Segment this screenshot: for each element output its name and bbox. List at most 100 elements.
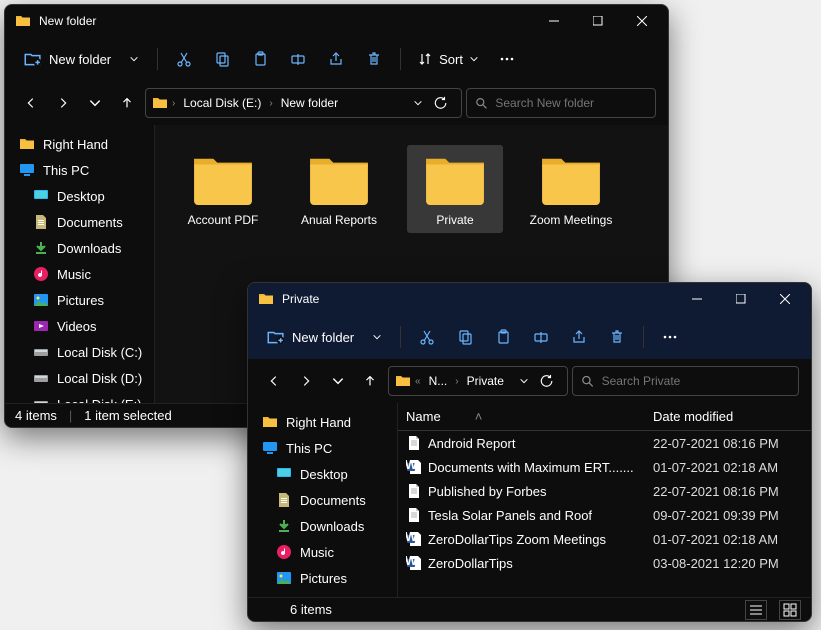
copy-button[interactable]	[204, 43, 240, 75]
window-title: New folder	[39, 14, 96, 28]
forward-button[interactable]	[49, 89, 77, 117]
sidebar-item[interactable]: Documents	[248, 487, 397, 513]
sidebar[interactable]: Right HandThis PC Desktop DocumentsDownloa…	[5, 125, 155, 403]
sidebar-item[interactable]: Downloads	[5, 235, 154, 261]
sidebar-item[interactable]: Music	[5, 261, 154, 287]
minimize-button[interactable]	[675, 283, 719, 315]
minimize-button[interactable]	[532, 5, 576, 37]
breadcrumb-item[interactable]: Private	[463, 372, 508, 390]
doc-icon	[276, 492, 292, 508]
delete-button[interactable]	[356, 43, 392, 75]
selection-count: 1 item selected	[84, 408, 171, 423]
list-row[interactable]: ZeroDollarTips03-08-2021 12:20 PM	[398, 551, 811, 575]
sidebar-item[interactable]: Documents	[5, 209, 154, 235]
search-bar[interactable]	[466, 88, 656, 118]
folder-icon	[395, 373, 411, 389]
sidebar-item[interactable]: Pictures	[248, 565, 397, 591]
list-row[interactable]: Android Report22-07-2021 08:16 PM	[398, 431, 811, 455]
cut-icon	[176, 51, 192, 67]
new-folder-button[interactable]: New folder	[256, 321, 392, 353]
close-button[interactable]	[620, 5, 664, 37]
sidebar-item[interactable]: Desktop	[248, 461, 397, 487]
sidebar-item[interactable]: Right Hand	[5, 131, 154, 157]
list-row[interactable]: Documents with Maximum ERT.......01-07-2…	[398, 455, 811, 479]
recent-button[interactable]	[324, 367, 352, 395]
word-icon	[406, 459, 422, 475]
folder-item[interactable]: Zoom Meetings	[523, 145, 619, 233]
chevron-left-icon: «	[415, 376, 421, 387]
chevron-down-icon[interactable]	[519, 376, 529, 386]
titlebar[interactable]: Private	[248, 283, 811, 315]
address-bar[interactable]: › Local Disk (E:) › New folder	[145, 88, 462, 118]
maximize-button[interactable]	[576, 5, 620, 37]
sidebar-item[interactable]: Downloads	[248, 513, 397, 539]
recent-button[interactable]	[81, 89, 109, 117]
sidebar-item-label: This PC	[286, 441, 332, 456]
more-button[interactable]	[489, 43, 525, 75]
rename-button[interactable]	[280, 43, 316, 75]
address-bar[interactable]: « N... › Private	[388, 366, 568, 396]
share-button[interactable]	[561, 321, 597, 353]
chevron-down-icon	[129, 54, 139, 64]
content-area[interactable]: Name˄ Date modified Android Report22-07-…	[398, 403, 811, 597]
col-date[interactable]: Date modified	[653, 409, 803, 424]
grid-view-button[interactable]	[779, 600, 801, 620]
search-bar[interactable]	[572, 366, 799, 396]
paste-button[interactable]	[242, 43, 278, 75]
toolbar: New folder Sort	[5, 37, 668, 81]
delete-button[interactable]	[599, 321, 635, 353]
list-view-button[interactable]	[745, 600, 767, 620]
disk-icon	[33, 396, 49, 403]
folder-icon	[15, 13, 31, 29]
forward-button[interactable]	[292, 367, 320, 395]
breadcrumb-item[interactable]: Local Disk (E:)	[179, 94, 265, 112]
refresh-button[interactable]	[533, 367, 561, 395]
cut-button[interactable]	[166, 43, 202, 75]
list-row[interactable]: Published by Forbes22-07-2021 08:16 PM	[398, 479, 811, 503]
back-button[interactable]	[17, 89, 45, 117]
sidebar-item[interactable]: Music	[248, 539, 397, 565]
sidebar[interactable]: Right Hand This PC DesktopDocumentsDownloa…	[248, 403, 398, 597]
cut-button[interactable]	[409, 321, 445, 353]
sort-button[interactable]: Sort	[409, 43, 487, 75]
search-input[interactable]	[602, 374, 790, 388]
paste-button[interactable]	[485, 321, 521, 353]
share-button[interactable]	[318, 43, 354, 75]
list-header[interactable]: Name˄ Date modified	[398, 403, 811, 431]
rename-button[interactable]	[523, 321, 559, 353]
new-folder-button[interactable]: New folder	[13, 43, 149, 75]
breadcrumb-item[interactable]: New folder	[277, 94, 342, 112]
search-input[interactable]	[495, 96, 647, 110]
up-button[interactable]	[356, 367, 384, 395]
chevron-down-icon[interactable]	[413, 98, 423, 108]
breadcrumb-item[interactable]: N...	[425, 372, 452, 390]
folder-item[interactable]: Account PDF	[175, 145, 271, 233]
close-button[interactable]	[763, 283, 807, 315]
file-date: 01-07-2021 02:18 AM	[653, 460, 803, 475]
sidebar-item-label: Desktop	[57, 189, 105, 204]
sidebar-item[interactable]: This PC	[5, 157, 154, 183]
more-button[interactable]	[652, 321, 688, 353]
up-button[interactable]	[113, 89, 141, 117]
folder-item[interactable]: Private	[407, 145, 503, 233]
titlebar[interactable]: New folder	[5, 5, 668, 37]
copy-button[interactable]	[447, 321, 483, 353]
sidebar-item[interactable]: This PC	[248, 435, 397, 461]
sidebar-item[interactable]: Right Hand	[248, 409, 397, 435]
sidebar-item-label: Music	[300, 545, 334, 560]
pic-icon	[33, 292, 49, 308]
disk-icon	[33, 370, 49, 386]
folder-item[interactable]: Anual Reports	[291, 145, 387, 233]
col-name[interactable]: Name	[406, 409, 441, 424]
list-row[interactable]: ZeroDollarTips Zoom Meetings01-07-2021 0…	[398, 527, 811, 551]
back-button[interactable]	[260, 367, 288, 395]
sidebar-item[interactable]: Videos	[5, 313, 154, 339]
maximize-button[interactable]	[719, 283, 763, 315]
refresh-button[interactable]	[427, 89, 455, 117]
sidebar-item[interactable]: Desktop	[5, 183, 154, 209]
list-row[interactable]: Tesla Solar Panels and Roof09-07-2021 09…	[398, 503, 811, 527]
sidebar-item[interactable]: Local Disk (D:)	[5, 365, 154, 391]
sidebar-item[interactable]: Local Disk (C:)	[5, 339, 154, 365]
sidebar-item[interactable]: Local Disk (E:)	[5, 391, 154, 403]
sidebar-item[interactable]: Pictures	[5, 287, 154, 313]
